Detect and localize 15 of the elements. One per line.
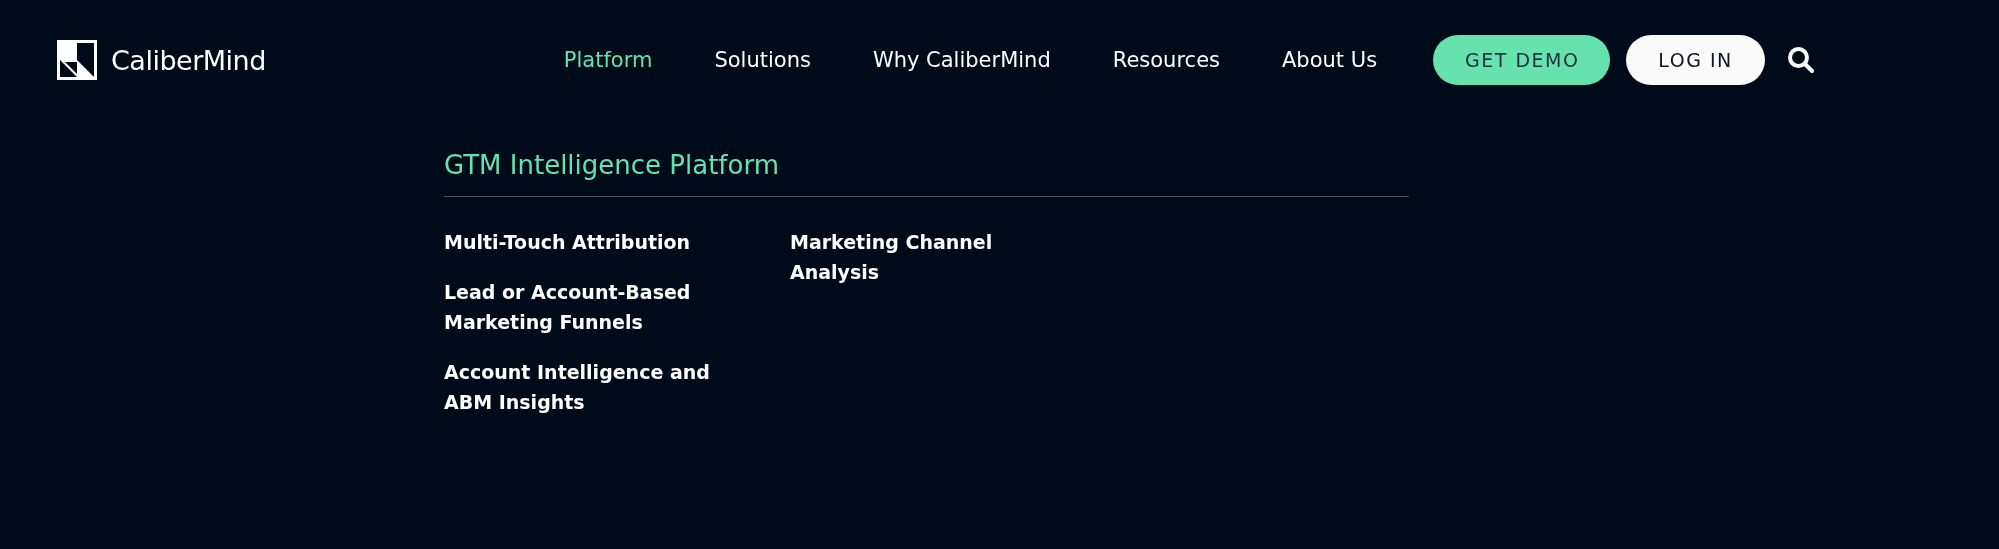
menu-link[interactable]: Lead or Account-Based Marketing Funnels: [444, 277, 714, 337]
search-icon[interactable]: [1787, 46, 1816, 74]
nav-item[interactable]: Resources: [1112, 48, 1220, 72]
nav-item[interactable]: About Us: [1282, 48, 1378, 72]
menu-link[interactable]: Marketing Channel Analysis: [790, 227, 1060, 287]
nav-item[interactable]: Platform: [563, 48, 653, 72]
menu-link[interactable]: Account Intelligence and ABM Insights: [444, 357, 714, 417]
logo-icon: [57, 40, 97, 80]
demo-button[interactable]: GET DEMO: [1433, 35, 1611, 85]
nav-item[interactable]: Why CaliberMind: [872, 48, 1051, 72]
nav-item[interactable]: Solutions: [714, 48, 811, 72]
menu-heading: GTM Intelligence Platform: [444, 150, 1409, 197]
logo-text[interactable]: CaliberMind: [111, 44, 266, 76]
login-button[interactable]: LOG IN: [1626, 35, 1766, 85]
menu-link[interactable]: Multi-Touch Attribution: [444, 227, 714, 257]
